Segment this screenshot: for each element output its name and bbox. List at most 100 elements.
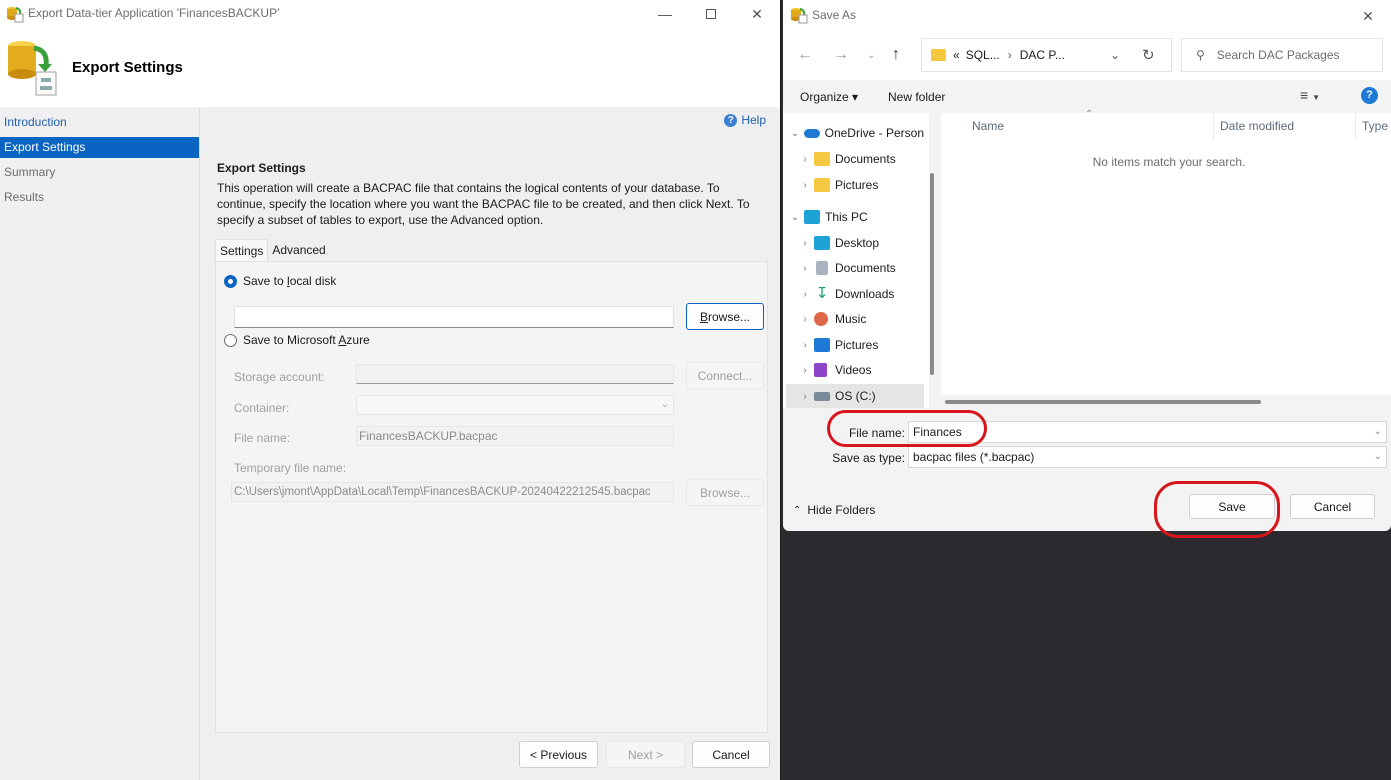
storage-account-label: Storage account: <box>234 370 325 384</box>
chevron-expanded-icon[interactable]: ⌄ <box>786 212 804 223</box>
nav-item-summary: Summary <box>4 165 56 179</box>
radio-checked-icon <box>224 274 237 288</box>
scrollbar-thumb[interactable] <box>930 173 934 375</box>
music-icon <box>814 312 828 326</box>
breadcrumb-item[interactable]: DAC P... <box>1020 48 1065 62</box>
close-button[interactable]: ✕ <box>734 0 780 28</box>
column-header-name[interactable]: Name <box>972 119 1004 133</box>
tree-item-downloads[interactable]: › ↧ Downloads <box>786 282 924 306</box>
column-divider[interactable] <box>1355 113 1356 141</box>
previous-button[interactable]: < Previous <box>519 741 598 768</box>
sort-ascending-icon: ⌃ <box>1085 109 1094 120</box>
view-options-icon[interactable]: ≡ ▼ <box>1300 87 1320 103</box>
container-select[interactable]: ⌄ <box>356 395 674 415</box>
back-arrow-icon[interactable]: ← <box>797 46 813 64</box>
drive-icon <box>814 391 830 401</box>
minimize-button[interactable]: — <box>642 0 688 28</box>
tree-item-documents[interactable]: › Documents <box>786 147 924 171</box>
temp-file-name-label: Temporary file name: <box>234 461 347 475</box>
connect-button[interactable]: Connect... <box>686 362 764 389</box>
search-input[interactable]: ⚲ Search DAC Packages <box>1181 38 1383 72</box>
column-header-type[interactable]: Type <box>1362 119 1388 133</box>
file-list-horizontal-scrollbar[interactable] <box>941 395 1391 408</box>
save-as-cancel-button[interactable]: Cancel <box>1290 494 1375 519</box>
help-icon[interactable]: ? <box>1361 87 1378 104</box>
search-icon: ⚲ <box>1196 48 1205 62</box>
tree-item-documents[interactable]: › Documents <box>786 256 924 280</box>
local-path-input[interactable] <box>234 306 674 328</box>
minimize-icon: — <box>658 6 672 22</box>
save-azure-radio[interactable]: Save to Microsoft Azure <box>224 333 370 347</box>
chevron-right-icon[interactable]: › <box>796 289 814 300</box>
save-as-type-select[interactable]: bacpac files (*.bacpac) ⌄ <box>908 446 1387 468</box>
breadcrumb-separator-icon: › <box>1007 48 1012 62</box>
chevron-down-icon[interactable]: ⌄ <box>1374 422 1382 442</box>
nav-item-export-settings[interactable]: Export Settings <box>0 137 199 158</box>
cancel-button[interactable]: Cancel <box>692 741 770 768</box>
address-bar-row: ← → ⌄ ↑ « SQL... › DAC P... ⌄ ↻ ⚲ Search… <box>783 32 1391 80</box>
browse-temp-button[interactable]: Browse... <box>686 479 764 506</box>
tree-item-pictures[interactable]: › Pictures <box>786 333 924 357</box>
folder-icon <box>814 152 830 166</box>
help-link[interactable]: ? Help <box>724 113 766 127</box>
wizard-steps-nav: Introduction Export Settings Summary Res… <box>0 108 200 780</box>
chevron-right-icon[interactable]: › <box>796 365 814 376</box>
chevron-right-icon[interactable]: › <box>796 391 814 402</box>
up-arrow-icon[interactable]: ↑ <box>892 46 900 64</box>
tree-item-desktop[interactable]: › Desktop <box>786 231 924 255</box>
save-as-dialog: Save As ✕ ← → ⌄ ↑ « SQL... › DAC P... ⌄ … <box>783 0 1391 531</box>
column-header-date-modified[interactable]: Date modified <box>1220 119 1294 133</box>
tree-item-onedrive[interactable]: ⌄ OneDrive - Person <box>786 121 924 145</box>
chevron-right-icon[interactable]: › <box>796 154 814 165</box>
help-icon: ? <box>724 113 738 127</box>
chevron-right-icon[interactable]: › <box>796 314 814 325</box>
storage-account-input[interactable] <box>356 364 674 384</box>
database-export-icon <box>7 7 24 23</box>
chevron-right-icon[interactable]: › <box>796 263 814 274</box>
scrollbar-thumb[interactable] <box>945 400 1261 404</box>
refresh-icon[interactable]: ↻ <box>1142 46 1155 64</box>
chevron-right-icon[interactable]: › <box>796 180 814 191</box>
chevron-right-icon[interactable]: › <box>796 238 814 249</box>
wizard-header: Export Settings <box>0 28 780 107</box>
tree-item-os-c[interactable]: › OS (C:) <box>786 384 924 408</box>
breadcrumb-overflow[interactable]: « <box>953 48 960 62</box>
forward-arrow-icon[interactable]: → <box>833 46 849 64</box>
column-divider[interactable] <box>1213 113 1214 141</box>
annotation-circle-file-name <box>827 410 987 447</box>
chevron-right-icon[interactable]: › <box>796 340 814 351</box>
new-folder-button[interactable]: New folder <box>888 90 945 104</box>
temp-file-name-input[interactable]: C:\Users\jmont\AppData\Local\Temp\Financ… <box>231 482 674 502</box>
chevron-down-icon[interactable]: ⌄ <box>1110 48 1120 62</box>
next-button[interactable]: Next > <box>606 741 685 768</box>
chevron-expanded-icon[interactable]: ⌄ <box>786 128 804 139</box>
container-label: Container: <box>234 401 290 415</box>
nav-item-introduction[interactable]: Introduction <box>0 112 199 133</box>
maximize-button[interactable] <box>688 0 734 28</box>
navigation-pane-scrollbar[interactable] <box>929 113 939 408</box>
hide-folders-button[interactable]: ⌃ Hide Folders <box>793 503 875 517</box>
desktop-icon <box>814 236 830 250</box>
save-local-disk-radio[interactable]: Save to local disk <box>224 274 336 288</box>
browse-local-button[interactable]: Browse... <box>686 303 764 330</box>
videos-icon <box>814 363 827 377</box>
azure-file-name-input[interactable]: FinancesBACKUP.bacpac <box>356 426 674 446</box>
tab-settings[interactable]: Settings <box>215 239 269 261</box>
chevron-up-icon: ⌃ <box>793 504 802 516</box>
organize-button[interactable]: Organize ▾ <box>800 90 858 104</box>
tree-item-videos[interactable]: › Videos <box>786 358 924 382</box>
nav-item-results: Results <box>4 190 45 204</box>
wizard-content: ? Help Export Settings This operation wi… <box>202 108 780 780</box>
tree-item-this-pc[interactable]: ⌄ This PC <box>786 205 924 229</box>
breadcrumb-item[interactable]: SQL... <box>966 48 1000 62</box>
tree-item-music[interactable]: › Music <box>786 307 924 331</box>
save-as-close-button[interactable]: ✕ <box>1345 2 1391 30</box>
address-breadcrumb[interactable]: « SQL... › DAC P... ⌄ ↻ <box>921 38 1172 72</box>
onedrive-icon <box>803 128 820 138</box>
tree-item-pictures[interactable]: › Pictures <box>786 173 924 197</box>
recent-locations-chevron-icon[interactable]: ⌄ <box>867 50 875 61</box>
close-icon: ✕ <box>751 5 763 22</box>
tab-advanced[interactable]: Advanced <box>268 239 329 261</box>
chevron-down-icon[interactable]: ⌄ <box>1374 447 1382 467</box>
save-as-titlebar: Save As ✕ <box>783 0 1391 32</box>
